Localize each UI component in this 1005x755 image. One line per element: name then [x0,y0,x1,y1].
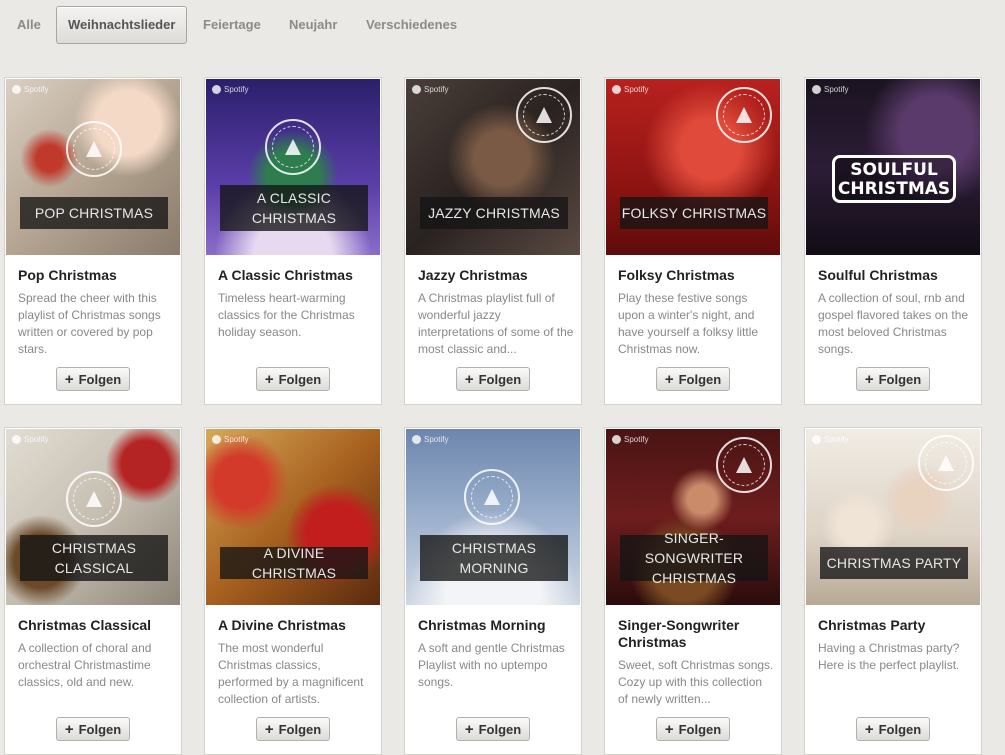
spotify-logo-icon: Spotify [612,85,648,94]
playlist-title[interactable]: A Divine Christmas [218,617,373,634]
plus-icon: + [264,370,274,388]
playlist-card[interactable]: Spotify CHRISTMAS MORNING Christmas Morn… [404,427,582,755]
playlist-cover-image[interactable]: Spotify CHRISTMAS CLASSICAL [6,429,180,605]
playlist-title[interactable]: Christmas Party [818,617,973,634]
spotify-logo-icon: Spotify [12,85,48,94]
plus-icon: + [864,720,874,738]
cover-banner: CHRISTMAS CLASSICAL [20,535,168,581]
seal-icon [66,121,122,177]
playlist-description: Spread the cheer with this playlist of C… [18,291,161,356]
playlist-title[interactable]: Christmas Morning [418,617,573,634]
spotify-logo-icon: Spotify [212,435,248,444]
seal-icon [66,471,122,527]
cover-banner: SINGER-SONGWRITER CHRISTMAS [620,530,768,586]
plus-icon: + [864,370,874,388]
playlist-cover-image[interactable]: Spotify CHRISTMAS PARTY [806,429,980,605]
seal-icon [716,437,772,493]
playlist-card[interactable]: Spotify POP CHRISTMAS Pop Christmas Spre… [4,77,182,405]
plus-icon: + [64,370,74,388]
playlist-title[interactable]: A Classic Christmas [218,267,373,284]
playlist-title[interactable]: Singer-Songwriter Christmas [618,617,773,651]
playlist-title[interactable]: Soulful Christmas [818,267,973,284]
playlist-card[interactable]: Spotify SOULFUL CHRISTMAS Soulful Christ… [804,77,982,405]
follow-button[interactable]: + Folgen [56,367,130,391]
seal-icon [918,435,974,491]
playlist-cover-image[interactable]: Spotify FOLKSY CHRISTMAS [606,79,780,255]
cover-banner: JAZZY CHRISTMAS [420,197,568,229]
plus-icon: + [64,720,74,738]
follow-button[interactable]: + Folgen [56,717,130,741]
cover-banner: POP CHRISTMAS [20,197,168,229]
plus-icon: + [664,720,674,738]
spotify-logo-icon: Spotify [12,435,48,444]
plus-icon: + [664,370,674,388]
plus-icon: + [464,370,474,388]
playlist-description: A collection of choral and orchestral Ch… [18,641,152,689]
cover-banner: FOLKSY CHRISTMAS [620,197,768,229]
playlist-cover-image[interactable]: Spotify POP CHRISTMAS [6,79,180,255]
category-tabs: Alle Weihnachtslieder Feiertage Neujahr … [0,0,1005,50]
playlist-cover-image[interactable]: Spotify SOULFUL CHRISTMAS [806,79,980,255]
spotify-logo-icon: Spotify [212,85,248,94]
tab-neujahr[interactable]: Neujahr [289,12,337,38]
playlist-description: A soft and gentle Christmas Playlist wit… [418,641,565,689]
playlist-description: Having a Christmas party? Here is the pe… [818,641,960,672]
seal-icon [464,469,520,525]
seal-icon [716,87,772,143]
playlist-card[interactable]: Spotify A CLASSIC CHRISTMAS A Classic Ch… [204,77,382,405]
follow-button[interactable]: + Folgen [656,367,730,391]
playlist-description: The most wonderful Christmas classics, p… [218,641,364,706]
playlist-description: Play these festive songs upon a winter's… [618,291,759,356]
cover-banner: CHRISTMAS PARTY [820,547,968,579]
playlist-card[interactable]: Spotify FOLKSY CHRISTMAS Folksy Christma… [604,77,782,405]
spotify-logo-icon: Spotify [812,85,848,94]
spotify-logo-icon: Spotify [412,435,448,444]
follow-button[interactable]: + Folgen [456,717,530,741]
playlist-description: A collection of soul, rnb and gospel fla… [818,291,969,356]
cover-banner: A CLASSIC CHRISTMAS [220,185,368,231]
tab-weihnachtslieder[interactable]: Weihnachtslieder [56,6,188,44]
cover-banner: A DIVINE CHRISTMAS [220,545,368,581]
seal-icon [516,87,572,143]
playlist-description: A Christmas playlist full of wonderful j… [418,291,574,356]
playlist-cover-image[interactable]: Spotify SINGER-SONGWRITER CHRISTMAS [606,429,780,605]
playlist-cover-image[interactable]: Spotify A DIVINE CHRISTMAS [206,429,380,605]
follow-button[interactable]: + Folgen [256,367,330,391]
spotify-logo-icon: Spotify [412,85,448,94]
cover-logo: SOULFUL CHRISTMAS [832,155,956,203]
playlist-card[interactable]: Spotify JAZZY CHRISTMAS Jazzy Christmas … [404,77,582,405]
follow-button[interactable]: + Folgen [856,367,930,391]
playlist-title[interactable]: Folksy Christmas [618,267,773,284]
playlist-title[interactable]: Christmas Classical [18,617,173,634]
playlist-cover-image[interactable]: Spotify CHRISTMAS MORNING [406,429,580,605]
tab-alle[interactable]: Alle [17,12,41,38]
follow-button[interactable]: + Folgen [856,717,930,741]
plus-icon: + [464,720,474,738]
follow-button[interactable]: + Folgen [656,717,730,741]
playlist-card[interactable]: Spotify CHRISTMAS CLASSICAL Christmas Cl… [4,427,182,755]
spotify-logo-icon: Spotify [812,435,848,444]
playlist-card[interactable]: Spotify CHRISTMAS PARTY Christmas Party … [804,427,982,755]
playlist-title[interactable]: Pop Christmas [18,267,173,284]
cover-banner: CHRISTMAS MORNING [420,535,568,581]
tab-verschiedenes[interactable]: Verschiedenes [366,12,457,38]
playlist-cover-image[interactable]: Spotify JAZZY CHRISTMAS [406,79,580,255]
playlist-title[interactable]: Jazzy Christmas [418,267,573,284]
playlist-description: Timeless heart-warming classics for the … [218,291,355,339]
playlist-cover-image[interactable]: Spotify A CLASSIC CHRISTMAS [206,79,380,255]
playlist-description: Sweet, soft Christmas songs. Cozy up wit… [618,658,774,706]
plus-icon: + [264,720,274,738]
playlist-card[interactable]: Spotify A DIVINE CHRISTMAS A Divine Chri… [204,427,382,755]
follow-button[interactable]: + Folgen [456,367,530,391]
follow-button[interactable]: + Folgen [256,717,330,741]
seal-icon [265,119,321,175]
tab-feiertage[interactable]: Feiertage [203,12,261,38]
spotify-logo-icon: Spotify [612,435,648,444]
playlist-card[interactable]: Spotify SINGER-SONGWRITER CHRISTMAS Sing… [604,427,782,755]
